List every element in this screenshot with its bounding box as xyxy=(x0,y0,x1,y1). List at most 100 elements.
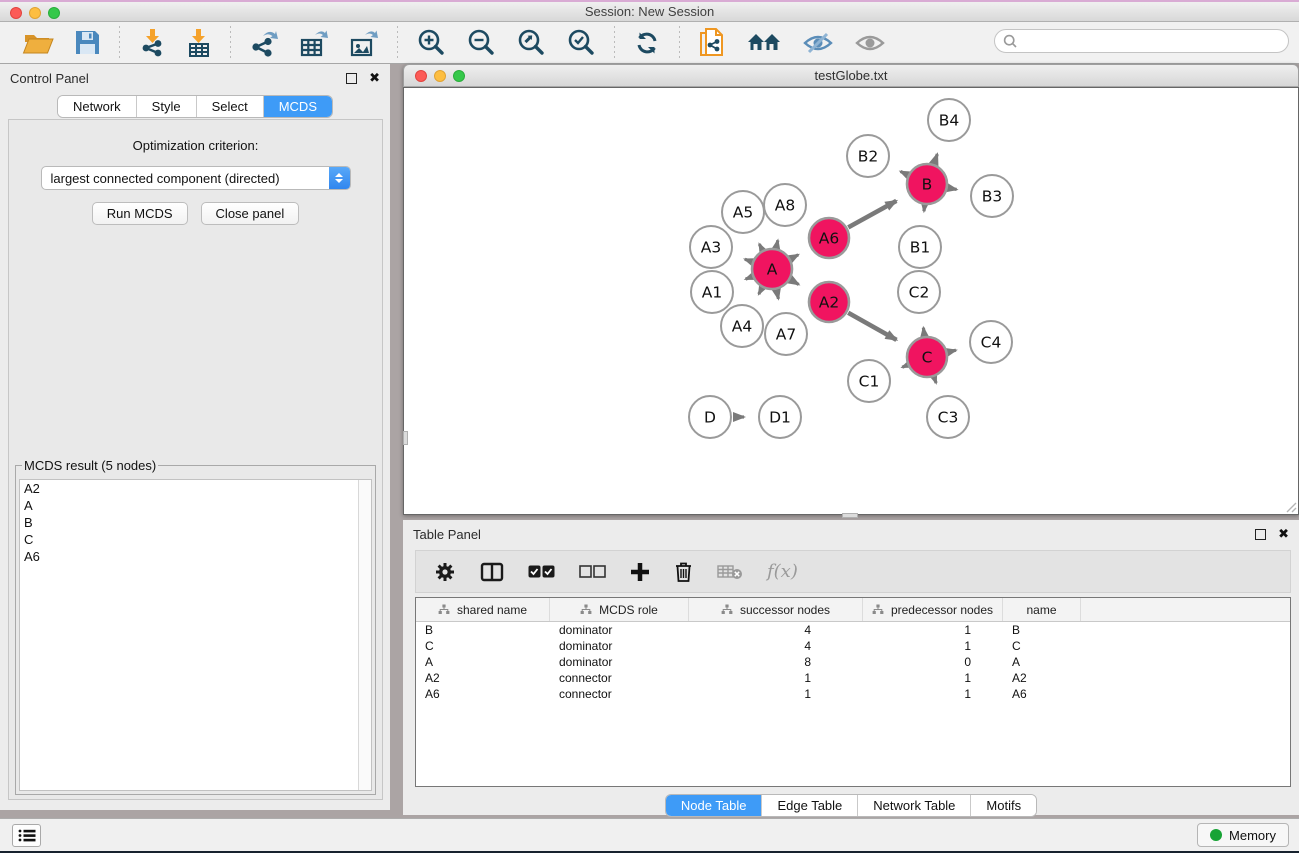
table-cell[interactable]: A6 xyxy=(416,687,550,701)
export-network-button[interactable] xyxy=(243,26,285,60)
column-header-shared-name[interactable]: shared name xyxy=(416,598,550,621)
close-panel-icon[interactable]: ✖ xyxy=(1278,527,1289,542)
clone-network-button[interactable] xyxy=(692,25,732,61)
minimize-network-window-button[interactable] xyxy=(434,70,446,82)
column-header-name[interactable]: name xyxy=(1003,598,1081,621)
mcds-result-item[interactable]: A xyxy=(20,497,371,514)
import-table-button[interactable] xyxy=(180,26,218,60)
zoom-window-button[interactable] xyxy=(48,7,60,19)
table-settings-button[interactable] xyxy=(434,561,456,583)
graph-edge-B-B2[interactable] xyxy=(901,171,908,174)
close-network-window-button[interactable] xyxy=(415,70,427,82)
graph-edge-A-A6[interactable] xyxy=(791,255,798,259)
table-cell[interactable]: 4 xyxy=(689,623,863,637)
optimization-criterion-select[interactable]: largest connected component (directed) xyxy=(41,166,351,190)
zoom-in-button[interactable] xyxy=(410,26,452,60)
mcds-result-item[interactable]: C xyxy=(20,531,371,548)
zoom-selected-button[interactable] xyxy=(560,26,602,60)
add-column-button[interactable] xyxy=(630,562,650,582)
search-box[interactable] xyxy=(994,29,1289,53)
mcds-result-item[interactable]: A6 xyxy=(20,548,371,565)
search-input[interactable] xyxy=(1023,34,1288,49)
zoom-network-window-button[interactable] xyxy=(453,70,465,82)
resize-grip-icon[interactable] xyxy=(1285,501,1297,513)
export-table-button[interactable] xyxy=(293,26,335,60)
table-cell[interactable]: C xyxy=(416,639,550,653)
tab-select[interactable]: Select xyxy=(197,96,264,117)
select-all-columns-button[interactable] xyxy=(528,565,555,578)
table-cell[interactable]: A2 xyxy=(416,671,550,685)
splitter-handle[interactable] xyxy=(403,431,408,445)
memory-button[interactable]: Memory xyxy=(1197,823,1289,847)
tab-mcds[interactable]: MCDS xyxy=(264,96,332,117)
table-row[interactable]: A2connector11A2 xyxy=(416,670,1290,686)
show-panel-button[interactable] xyxy=(848,28,892,58)
table-cell[interactable]: A xyxy=(416,655,550,669)
minimize-window-button[interactable] xyxy=(29,7,41,19)
float-panel-icon[interactable] xyxy=(346,73,357,84)
tab-motifs[interactable]: Motifs xyxy=(971,795,1036,816)
zoom-out-button[interactable] xyxy=(460,26,502,60)
export-image-button[interactable] xyxy=(343,26,385,60)
splitter-handle[interactable] xyxy=(842,513,858,518)
graph-edge-B-B1[interactable] xyxy=(924,206,925,211)
table-row[interactable]: Adominator80A xyxy=(416,654,1290,670)
close-panel-button[interactable]: Close panel xyxy=(201,202,300,225)
save-session-button[interactable] xyxy=(68,27,107,58)
tab-network-table[interactable]: Network Table xyxy=(858,795,971,816)
import-network-button[interactable] xyxy=(132,26,172,60)
graph-edge-C-C4[interactable] xyxy=(948,350,956,352)
graph-edge-B-B4[interactable] xyxy=(934,154,937,163)
table-row[interactable]: Cdominator41C xyxy=(416,638,1290,654)
table-cell[interactable]: dominator xyxy=(550,639,689,653)
two-houses-button[interactable] xyxy=(740,28,788,58)
graph-edge-B-B3[interactable] xyxy=(949,188,957,189)
function-builder-button[interactable]: f(x) xyxy=(767,561,798,582)
graph-edge-A-A5[interactable] xyxy=(759,244,762,249)
table-cell[interactable]: connector xyxy=(550,671,689,685)
refresh-button[interactable] xyxy=(627,27,667,59)
delete-column-button[interactable] xyxy=(674,561,693,583)
table-cell[interactable]: B xyxy=(1003,623,1081,637)
graph-edge-A-A1[interactable] xyxy=(746,277,752,279)
table-cell[interactable]: A xyxy=(1003,655,1081,669)
table-cell[interactable]: 1 xyxy=(689,687,863,701)
table-cell[interactable]: A6 xyxy=(1003,687,1081,701)
show-column-button[interactable] xyxy=(480,562,504,582)
table-row[interactable]: A6connector11A6 xyxy=(416,686,1290,702)
table-cell[interactable]: 1 xyxy=(863,687,1003,701)
graph-edge-A-A8[interactable] xyxy=(776,240,777,247)
column-header-MCDS-role[interactable]: MCDS role xyxy=(550,598,689,621)
graph-edge-A2-C[interactable] xyxy=(848,313,896,340)
table-cell[interactable]: 0 xyxy=(863,655,1003,669)
table-cell[interactable]: dominator xyxy=(550,655,689,669)
task-history-button[interactable] xyxy=(12,824,41,847)
table-cell[interactable]: C xyxy=(1003,639,1081,653)
table-cell[interactable]: 1 xyxy=(863,623,1003,637)
graph-edge-A-A2[interactable] xyxy=(791,280,799,284)
graph-edge-C-C2[interactable] xyxy=(923,328,924,335)
list-scrollbar[interactable] xyxy=(358,480,371,790)
tab-style[interactable]: Style xyxy=(137,96,197,117)
mcds-result-item[interactable]: B xyxy=(20,514,371,531)
graph-edge-A-A7[interactable] xyxy=(777,291,779,299)
close-panel-icon[interactable]: ✖ xyxy=(369,71,380,86)
table-cell[interactable]: 8 xyxy=(689,655,863,669)
close-window-button[interactable] xyxy=(10,7,22,19)
mcds-result-list[interactable]: A2ABCA6 xyxy=(19,479,372,791)
deselect-all-columns-button[interactable] xyxy=(579,565,606,578)
column-header-successor-nodes[interactable]: successor nodes xyxy=(689,598,863,621)
table-cell[interactable]: dominator xyxy=(550,623,689,637)
table-cell[interactable]: connector xyxy=(550,687,689,701)
table-row[interactable]: Bdominator41B xyxy=(416,622,1290,638)
mcds-result-item[interactable]: A2 xyxy=(20,480,371,497)
graph-edge-C-C3[interactable] xyxy=(934,378,936,383)
network-window-titlebar[interactable]: testGlobe.txt xyxy=(403,64,1299,87)
column-header-predecessor-nodes[interactable]: predecessor nodes xyxy=(863,598,1003,621)
table-cell[interactable]: 1 xyxy=(863,671,1003,685)
table-cell[interactable]: A2 xyxy=(1003,671,1081,685)
run-mcds-button[interactable]: Run MCDS xyxy=(92,202,188,225)
table-cell[interactable]: 4 xyxy=(689,639,863,653)
graph-edge-A-A3[interactable] xyxy=(745,259,751,261)
graph-edge-A-A4[interactable] xyxy=(759,288,762,294)
